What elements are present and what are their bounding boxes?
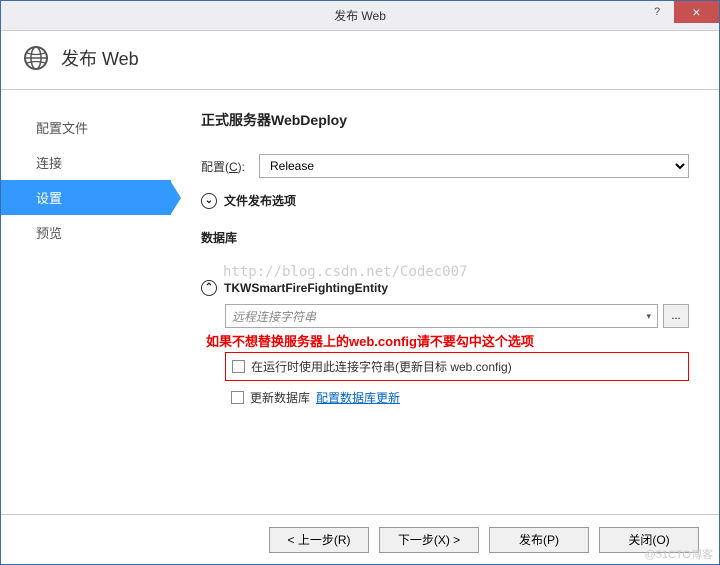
file-publish-label: 文件发布选项 bbox=[224, 192, 296, 209]
entity-expand-row[interactable]: ⌃ TKWSmartFireFightingEntity bbox=[201, 280, 689, 296]
config-row: 配置(C): Release bbox=[201, 154, 689, 178]
sidebar-item-settings[interactable]: 设置 bbox=[1, 180, 171, 215]
connection-string-combo[interactable]: 远程连接字符串 ▾ bbox=[225, 304, 658, 328]
runtime-connstring-checkbox-row[interactable]: 在运行时使用此连接字符串(更新目标 web.config) bbox=[225, 352, 689, 381]
config-db-update-link[interactable]: 配置数据库更新 bbox=[316, 389, 400, 406]
watermark-text: http://blog.csdn.net/Codec007 bbox=[223, 264, 689, 280]
sidebar-item-profile[interactable]: 配置文件 bbox=[1, 110, 171, 145]
titlebar-title: 发布 Web bbox=[334, 7, 386, 24]
annotation-text: 如果不想替换服务器上的web.config请不要勾中这个选项 bbox=[206, 331, 689, 350]
next-button[interactable]: 下一步(X) > bbox=[379, 527, 479, 553]
content-area: 配置文件 连接 设置 预览 正式服务器WebDeploy 配置(C): Rele… bbox=[1, 90, 719, 532]
combo-placeholder: 远程连接字符串 bbox=[232, 308, 316, 325]
header-title: 发布 Web bbox=[61, 45, 139, 71]
titlebar: 发布 Web ? × bbox=[1, 1, 719, 31]
connection-string-row: 远程连接字符串 ▾ ... bbox=[225, 304, 689, 328]
chevron-up-icon: ⌃ bbox=[201, 280, 217, 296]
titlebar-buttons: ? × bbox=[640, 1, 719, 23]
chevron-down-icon: ▾ bbox=[646, 311, 651, 322]
footer: < 上一步(R) 下一步(X) > 发布(P) 关闭(O) bbox=[1, 514, 719, 564]
help-button[interactable]: ? bbox=[640, 1, 674, 23]
sidebar-item-preview[interactable]: 预览 bbox=[1, 215, 171, 250]
sidebar-item-connection[interactable]: 连接 bbox=[1, 145, 171, 180]
prev-button[interactable]: < 上一步(R) bbox=[269, 527, 369, 553]
profile-title: 正式服务器WebDeploy bbox=[201, 110, 689, 130]
dialog-header: 发布 Web bbox=[1, 31, 719, 90]
config-select[interactable]: Release bbox=[259, 154, 689, 178]
checkbox-icon[interactable] bbox=[231, 391, 244, 404]
publish-button[interactable]: 发布(P) bbox=[489, 527, 589, 553]
close-button[interactable]: × bbox=[674, 1, 719, 23]
checkbox-icon[interactable] bbox=[232, 360, 245, 373]
database-section-title: 数据库 bbox=[201, 229, 689, 246]
entity-name: TKWSmartFireFightingEntity bbox=[224, 281, 388, 295]
update-database-checkbox-row[interactable]: 更新数据库 配置数据库更新 bbox=[225, 384, 689, 411]
main-panel: 正式服务器WebDeploy 配置(C): Release ⌄ 文件发布选项 数… bbox=[171, 90, 719, 532]
checkbox2-label: 更新数据库 bbox=[250, 389, 310, 406]
corner-watermark: @51CTO博客 bbox=[645, 546, 713, 562]
file-publish-options[interactable]: ⌄ 文件发布选项 bbox=[201, 192, 689, 209]
sidebar: 配置文件 连接 设置 预览 bbox=[1, 90, 171, 532]
globe-icon bbox=[23, 45, 49, 71]
checkbox1-label: 在运行时使用此连接字符串(更新目标 web.config) bbox=[251, 358, 512, 375]
browse-button[interactable]: ... bbox=[663, 304, 689, 328]
config-label: 配置(C): bbox=[201, 158, 253, 175]
chevron-down-icon: ⌄ bbox=[201, 193, 217, 209]
